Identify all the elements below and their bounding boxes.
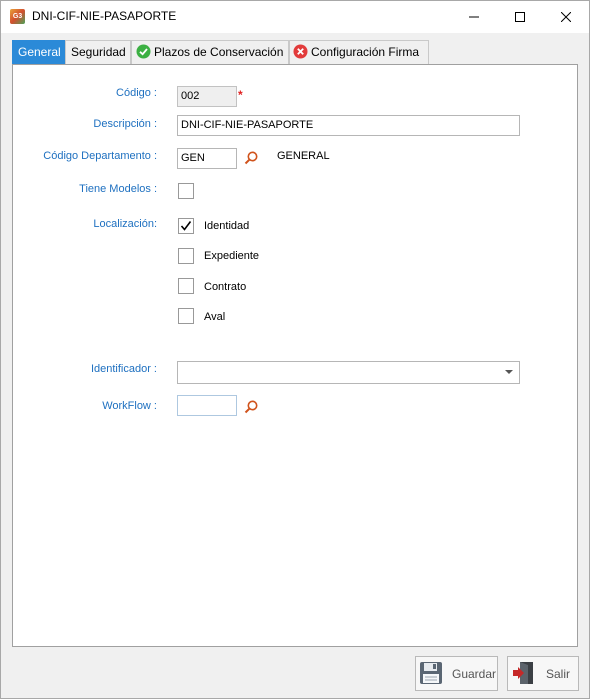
codigo-field[interactable]: 002 xyxy=(177,86,237,107)
codigo-departamento-label: Código Departamento : xyxy=(43,150,157,162)
descripcion-field[interactable]: DNI-CIF-NIE-PASAPORTE xyxy=(177,115,520,136)
window-title: DNI-CIF-NIE-PASAPORTE xyxy=(32,9,177,23)
exit-door-icon xyxy=(513,662,533,684)
maximize-icon xyxy=(515,11,525,22)
codigo-label: Código : xyxy=(116,87,157,99)
close-button[interactable] xyxy=(543,1,589,32)
guardar-button[interactable]: Guardar xyxy=(415,656,498,691)
expediente-label: Expediente xyxy=(204,250,260,262)
check-circle-icon xyxy=(136,44,151,59)
tab-plazos-conservacion[interactable]: Plazos de Conservación xyxy=(131,40,289,65)
tiene-modelos-checkbox[interactable] xyxy=(178,183,194,199)
codigo-departamento-field[interactable]: GEN xyxy=(177,148,237,169)
aval-label: Aval xyxy=(204,311,226,323)
salir-button[interactable]: Salir xyxy=(507,656,579,691)
tab-general-label: General xyxy=(18,45,61,59)
contrato-checkbox[interactable] xyxy=(178,278,194,294)
tab-seguridad[interactable]: Seguridad xyxy=(65,40,131,65)
app-icon: G3 xyxy=(10,9,25,24)
tab-config-label: Configuración Firma xyxy=(311,45,420,59)
contrato-label: Contrato xyxy=(204,281,247,293)
guardar-label: Guardar xyxy=(452,667,497,681)
workflow-label: WorkFlow : xyxy=(102,400,157,412)
tab-plazos-label: Plazos de Conservación xyxy=(154,45,284,59)
tab-seguridad-label: Seguridad xyxy=(71,45,126,59)
close-icon xyxy=(561,11,571,22)
tab-configuracion-firma[interactable]: Configuración Firma xyxy=(289,40,429,65)
required-mark: * xyxy=(238,88,243,102)
minimize-button[interactable] xyxy=(451,1,497,32)
workflow-search-icon[interactable] xyxy=(243,399,259,415)
aval-checkbox[interactable] xyxy=(178,308,194,324)
tiene-modelos-label: Tiene Modelos : xyxy=(79,183,157,195)
save-icon xyxy=(420,662,442,684)
chevron-down-icon xyxy=(505,370,513,374)
salir-label: Salir xyxy=(546,667,571,681)
title-bar: G3 DNI-CIF-NIE-PASAPORTE xyxy=(1,1,589,33)
identificador-dropdown[interactable] xyxy=(177,361,520,384)
checkmark-icon xyxy=(180,221,192,231)
tab-general[interactable]: General xyxy=(12,40,65,65)
expediente-checkbox[interactable] xyxy=(178,248,194,264)
identidad-label: Identidad xyxy=(204,220,250,232)
localizacion-label: Localización: xyxy=(93,218,157,230)
minimize-icon xyxy=(469,16,479,17)
workflow-field[interactable] xyxy=(177,395,237,416)
descripcion-label: Descripción : xyxy=(93,118,157,130)
identidad-checkbox[interactable] xyxy=(178,218,194,234)
departamento-name: GENERAL xyxy=(277,150,330,162)
identificador-label: Identificador : xyxy=(90,363,157,375)
maximize-button[interactable] xyxy=(497,1,543,32)
dialog-window: G3 DNI-CIF-NIE-PASAPORTE General Segurid… xyxy=(0,0,590,699)
error-circle-icon xyxy=(293,44,308,59)
search-icon[interactable] xyxy=(243,150,259,166)
